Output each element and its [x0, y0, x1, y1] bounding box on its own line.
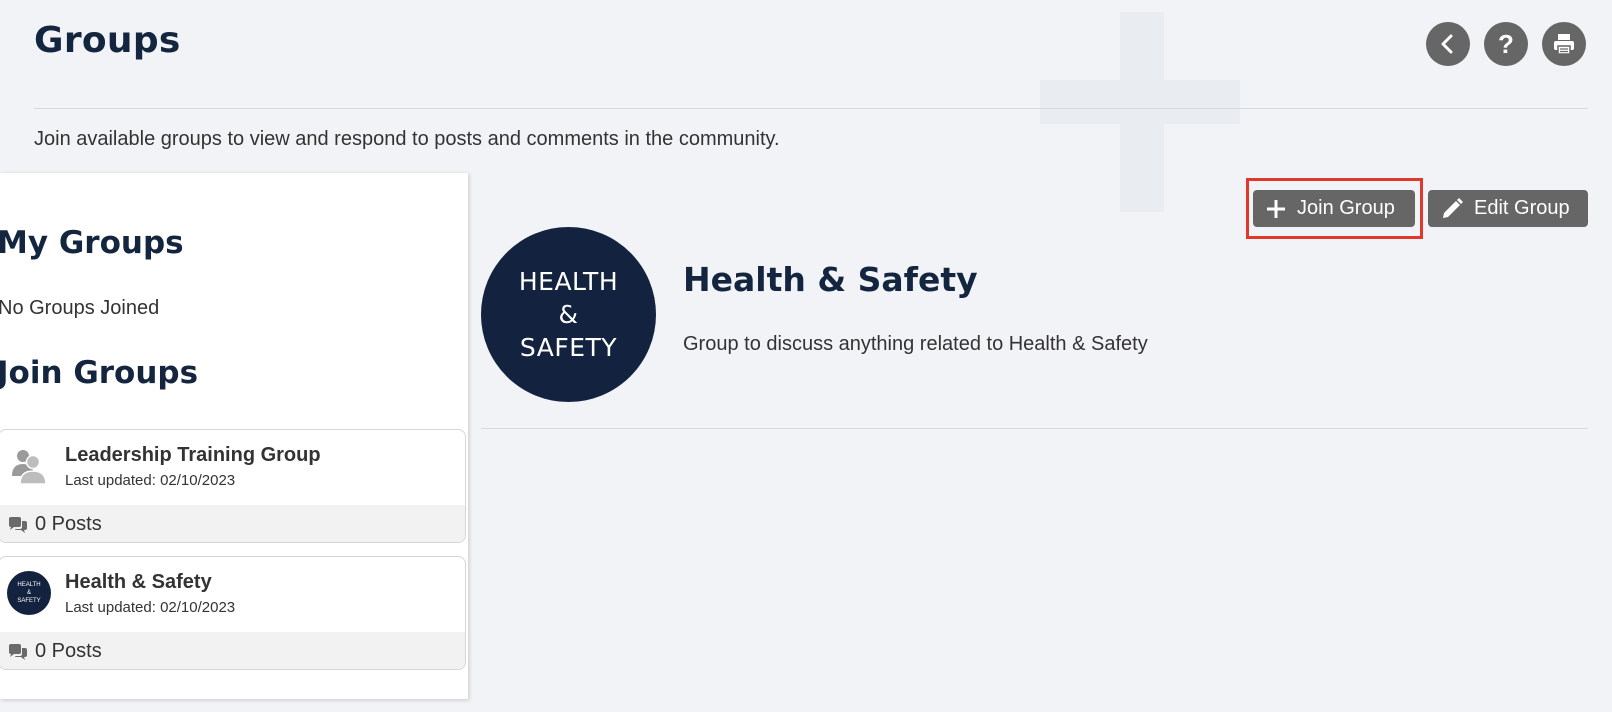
group-last-updated: Last updated: 02/10/2023 — [65, 472, 236, 489]
logo-text-line: HEALTH — [17, 582, 41, 588]
comments-icon — [9, 516, 27, 533]
my-groups-heading: My Groups — [0, 225, 184, 261]
group-card-health-safety[interactable]: HEALTH & SAFETY Health & Safety Last upd… — [0, 556, 466, 670]
group-name: Health & Safety — [65, 571, 212, 593]
health-safety-logo: HEALTH & SAFETY — [7, 571, 51, 615]
plus-icon — [1267, 199, 1285, 218]
help-icon: ? — [1498, 28, 1514, 59]
groups-sidebar: My Groups No Groups Joined Join Groups L… — [0, 173, 468, 699]
group-posts-row: 0 Posts — [0, 505, 465, 542]
join-group-label: Join Group — [1297, 197, 1395, 219]
posts-count: 0 Posts — [35, 513, 102, 535]
posts-count: 0 Posts — [35, 640, 102, 662]
intro-text: Join available groups to view and respon… — [34, 128, 780, 150]
logo-text-line: HEALTH — [518, 267, 619, 296]
detail-divider — [481, 428, 1588, 429]
group-last-updated: Last updated: 02/10/2023 — [65, 599, 236, 616]
no-groups-text: No Groups Joined — [0, 297, 160, 319]
comments-icon — [9, 643, 27, 660]
top-actions: ? — [1426, 22, 1586, 66]
logo-text-line: SAFETY — [519, 333, 618, 362]
edit-group-button[interactable]: Edit Group — [1428, 190, 1588, 227]
logo-text-line: & — [558, 300, 579, 329]
help-button[interactable]: ? — [1484, 22, 1528, 66]
back-icon — [1441, 34, 1453, 54]
header-divider — [34, 108, 1588, 109]
page-title: Groups — [34, 20, 181, 61]
group-card-leadership-training[interactable]: Leadership Training Group Last updated: … — [0, 429, 466, 543]
logo-text-line: & — [26, 590, 31, 596]
pencil-icon — [1443, 197, 1463, 218]
group-description: Group to discuss anything related to Hea… — [683, 333, 1148, 355]
background-cross-watermark — [1040, 80, 1240, 124]
join-groups-heading: Join Groups — [0, 355, 199, 391]
logo-text-line: SAFETY — [17, 598, 41, 604]
edit-group-label: Edit Group — [1474, 197, 1570, 219]
group-title: Health & Safety — [683, 260, 978, 299]
group-posts-row: 0 Posts — [0, 632, 465, 669]
group-logo: HEALTH & SAFETY — [481, 227, 656, 402]
print-icon — [1554, 34, 1574, 55]
back-button[interactable] — [1426, 22, 1470, 66]
people-icon — [12, 450, 47, 485]
join-group-button[interactable]: Join Group — [1253, 190, 1415, 227]
group-name: Leadership Training Group — [65, 444, 321, 466]
print-button[interactable] — [1542, 22, 1586, 66]
